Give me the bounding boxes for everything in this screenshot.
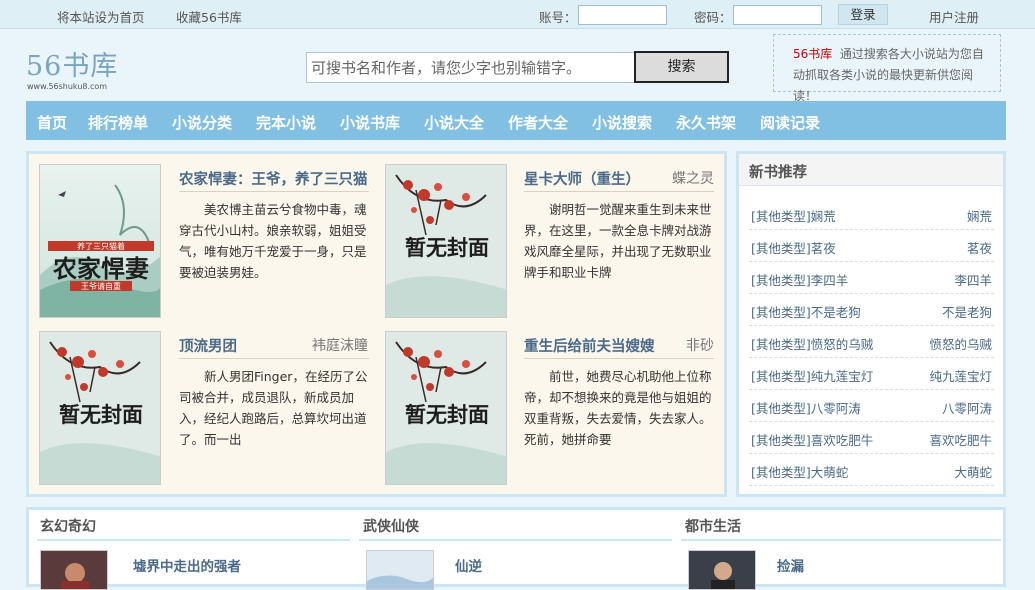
book-thumbnail[interactable] [40, 550, 108, 590]
book-author[interactable]: 袆庭沫瞳 [312, 335, 368, 355]
site-logo[interactable]: 56书库 [26, 44, 118, 83]
set-homepage-link[interactable]: 将本站设为首页 [57, 7, 145, 26]
nav-bookshelf[interactable]: 永久书架 [676, 112, 736, 133]
nav-categories[interactable]: 小说分类 [172, 112, 232, 133]
book-cover[interactable]: 暂无封面 [385, 331, 507, 485]
password-input[interactable] [733, 5, 822, 25]
promo-box: 56书库 通过搜索各大小说站为您自动抓取各类小说的最快更新供您阅读！ [773, 34, 1001, 103]
header: 56书库 www.56shuku8.com 可搜书名和作者，请您少字也别输错字。… [0, 30, 1035, 103]
nav-search[interactable]: 小说搜索 [592, 112, 652, 133]
list-item-title[interactable]: [其他类型]茗夜 [751, 238, 836, 257]
book-description: 新人男团Finger，在经历了公司被合并，成员退队，新成员加入，经纪人跑路后，总… [179, 369, 368, 447]
book-description: 前世，她费尽心机助他上位称帝，却不想换来的竟是他与姐姐的双重背叛，失去爱情，失去… [524, 369, 712, 447]
list-item: [其他类型]愤怒的乌贼 愤怒的乌贼 [749, 326, 994, 358]
account-label: 账号： [539, 10, 577, 25]
divider [179, 191, 369, 192]
divider [681, 539, 1001, 541]
list-item: [其他类型]大萌蛇 大萌蛇 [749, 454, 994, 486]
category-heading[interactable]: 玄幻奇幻 [40, 516, 96, 536]
list-item-author[interactable]: 不是老狗 [942, 302, 992, 321]
list-item: [其他类型]娴荒 娴荒 [749, 198, 994, 230]
nav-all-novels[interactable]: 小说大全 [424, 112, 484, 133]
list-item-title[interactable]: [其他类型]大萌蛇 [751, 462, 848, 481]
nav-rankings[interactable]: 排行榜单 [88, 112, 148, 133]
list-item-title[interactable]: [其他类型]愤怒的乌贼 [751, 334, 873, 353]
top-bar: 将本站设为首页 收藏56书库 账号： 密码： 登录 用户注册 [0, 0, 1035, 29]
book-cover[interactable]: 暂无封面 [39, 331, 161, 485]
book-description: 美农博主苗云兮食物中毒，魂穿古代小山村。娘亲软弱，姐姐受气，唯有她万千宠爱于一身… [179, 202, 367, 280]
bookmark-link[interactable]: 收藏56书库 [176, 7, 242, 26]
book-description: 谢明哲一觉醒来重生到未来世界，在这里，一款全息卡牌对战游戏风靡全星际，并出现了无… [524, 202, 712, 280]
new-books-sidebar: 新书推荐 [其他类型]娴荒 娴荒 [其他类型]茗夜 茗夜 [其他类型]李四羊 李四羊 … [736, 151, 1006, 497]
nav-authors[interactable]: 作者大全 [508, 112, 568, 133]
divider [37, 539, 350, 541]
divider [359, 539, 672, 541]
register-link[interactable]: 用户注册 [929, 7, 979, 26]
main-nav: 首页 排行榜单 小说分类 完本小说 小说书库 小说大全 作者大全 小说搜索 永久… [26, 101, 1006, 140]
book-title[interactable]: 顶流男团 [179, 335, 237, 356]
list-item-author[interactable]: 李四羊 [954, 270, 992, 289]
nav-history[interactable]: 阅读记录 [760, 112, 820, 133]
book-cover[interactable]: 养了三只猫着 农家悍妻 王爷请自重 [39, 164, 161, 318]
book-title[interactable]: 星卡大师（重生） [524, 168, 640, 189]
nav-home[interactable]: 首页 [37, 112, 67, 133]
search-button[interactable]: 搜索 [634, 51, 729, 83]
book-title[interactable]: 农家悍妻：王爷，养了三只猫 [179, 168, 368, 189]
list-item-title[interactable]: [其他类型]娴荒 [751, 206, 836, 225]
book-title[interactable]: 墟界中走出的强者 [133, 555, 241, 575]
featured-books: 养了三只猫着 农家悍妻 王爷请自重 农家悍妻：王爷，养了三只猫 美农博主苗云兮食… [26, 151, 727, 497]
list-item-author[interactable]: 八零阿涛 [942, 398, 992, 417]
book-cover[interactable]: 暂无封面 [385, 164, 507, 318]
promo-site-name: 56书库 [793, 47, 833, 61]
book-author[interactable]: 蝶之灵 [672, 168, 714, 188]
nav-library[interactable]: 小说书库 [340, 112, 400, 133]
account-input[interactable] [578, 5, 667, 25]
no-cover-text: 暂无封面 [405, 402, 489, 427]
cover-top-text: 养了三只猫着 [77, 241, 125, 251]
list-item-author[interactable]: 喜欢吃肥牛 [929, 430, 992, 449]
sidebar-header: 新书推荐 [739, 154, 1003, 186]
list-item: [其他类型]八零阿涛 八零阿涛 [749, 390, 994, 422]
list-item-title[interactable]: [其他类型]不是老狗 [751, 302, 861, 321]
list-item: [其他类型]李四羊 李四羊 [749, 262, 994, 294]
list-item-title[interactable]: [其他类型]李四羊 [751, 270, 848, 289]
search-input[interactable]: 可搜书名和作者，请您少字也别输错字。 [306, 52, 635, 83]
category-heading[interactable]: 都市生活 [685, 516, 741, 536]
book-title[interactable]: 重生后给前夫当嫂嫂 [524, 335, 655, 356]
site-url: www.56shuku8.com [27, 82, 108, 91]
password-label: 密码： [694, 10, 732, 25]
cover-main-text: 农家悍妻 [52, 254, 149, 283]
book-thumbnail[interactable] [688, 550, 756, 590]
list-item-author[interactable]: 纯九莲宝灯 [929, 366, 992, 385]
divider [524, 358, 714, 359]
divider [179, 358, 369, 359]
category-sections: 玄幻奇幻 墟界中走出的强者 武侠仙侠 仙逆 都市生活 捡漏 [26, 507, 1006, 590]
list-item-title[interactable]: [其他类型]八零阿涛 [751, 398, 861, 417]
sidebar-title: 新书推荐 [749, 165, 807, 181]
no-cover-text: 暂无封面 [59, 402, 143, 427]
book-title[interactable]: 仙逆 [455, 555, 482, 575]
category-heading[interactable]: 武侠仙侠 [363, 516, 419, 536]
list-item-author[interactable]: 大萌蛇 [954, 462, 992, 481]
book-author[interactable]: 非砂 [686, 335, 714, 355]
divider [524, 191, 714, 192]
list-item-title[interactable]: [其他类型]喜欢吃肥牛 [751, 430, 873, 449]
book-title[interactable]: 捡漏 [777, 555, 804, 575]
list-item: [其他类型]喜欢吃肥牛 喜欢吃肥牛 [749, 422, 994, 454]
no-cover-text: 暂无封面 [405, 235, 489, 260]
list-item-author[interactable]: 茗夜 [967, 238, 992, 257]
list-item: [其他类型]茗夜 茗夜 [749, 230, 994, 262]
list-item-title[interactable]: [其他类型]纯九莲宝灯 [751, 366, 873, 385]
list-item: [其他类型]纯九莲宝灯 纯九莲宝灯 [749, 358, 994, 390]
book-thumbnail[interactable] [366, 550, 434, 590]
list-item-author[interactable]: 娴荒 [967, 206, 992, 225]
list-item-author[interactable]: 愤怒的乌贼 [929, 334, 992, 353]
login-button[interactable]: 登录 [838, 4, 888, 25]
cover-sub-text: 王爷请自重 [81, 281, 121, 291]
list-item: [其他类型]不是老狗 不是老狗 [749, 294, 994, 326]
nav-completed[interactable]: 完本小说 [256, 112, 316, 133]
